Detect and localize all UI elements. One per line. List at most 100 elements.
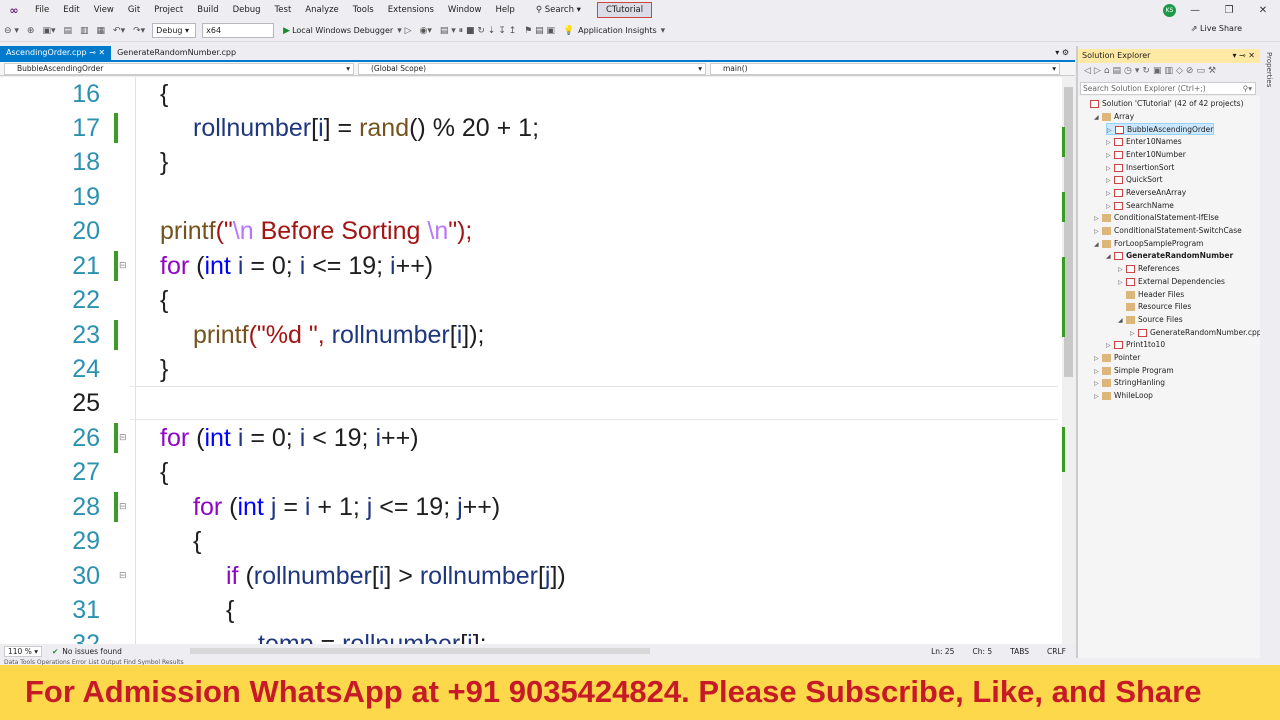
scope-dropdown[interactable]: (Global Scope) ▾ xyxy=(358,63,706,75)
collapse-icon[interactable]: ⊟ xyxy=(119,249,127,283)
start-debugging-icon[interactable]: ▶ xyxy=(277,26,292,36)
menu-analyze[interactable]: Analyze xyxy=(298,5,346,15)
search-menu[interactable]: ⚲ Search ▾ xyxy=(528,5,589,15)
save-all-icon[interactable]: ▦ xyxy=(93,26,110,36)
back-icon[interactable]: ⊖ ▾ xyxy=(0,26,23,36)
minimize-icon[interactable]: — xyxy=(1178,5,1212,16)
properties-side-tab[interactable]: Properties xyxy=(1260,46,1280,658)
expand-arrow-icon[interactable]: ◢ xyxy=(1106,251,1114,263)
tree-item[interactable]: ▷ InsertionSort xyxy=(1106,162,1174,174)
close-tab-icon[interactable]: ✕ xyxy=(98,48,105,57)
line-indicator[interactable]: Ln: 25 xyxy=(931,647,954,656)
expand-arrow-icon[interactable]: ▷ xyxy=(1106,137,1114,149)
maximize-icon[interactable]: ❐ xyxy=(1212,5,1246,16)
line-ending[interactable]: CRLF xyxy=(1047,647,1066,656)
tree-item[interactable]: ▷ BubbleAscendingOrder xyxy=(1106,123,1215,136)
expand-arrow-icon[interactable]: ▷ xyxy=(1106,201,1114,213)
panel-controls-icon[interactable]: ▾ ⊸ ✕ xyxy=(1232,51,1255,60)
insights-chevron-icon[interactable]: ▾ xyxy=(657,26,670,36)
expand-arrow-icon[interactable]: ▷ xyxy=(1106,188,1114,200)
scrollbar-thumb[interactable] xyxy=(1064,87,1073,377)
menu-window[interactable]: Window xyxy=(441,5,489,15)
member-dropdown[interactable]: main() ▾ xyxy=(710,63,1060,75)
menu-debug[interactable]: Debug xyxy=(226,5,268,15)
expand-arrow-icon[interactable]: ◢ xyxy=(1094,239,1102,251)
menu-build[interactable]: Build xyxy=(190,5,225,15)
save-icon[interactable]: ▥ xyxy=(76,26,93,36)
issues-status[interactable]: No issues found xyxy=(62,647,122,656)
expand-arrow-icon[interactable]: ◢ xyxy=(1118,315,1126,327)
start-debugger-button[interactable]: Local Windows Debugger xyxy=(292,26,393,35)
configuration-select[interactable]: Debug ▾ xyxy=(152,23,197,38)
tree-item[interactable]: ◢ ForLoopSampleProgram xyxy=(1094,238,1203,250)
redo-icon[interactable]: ↷▾ xyxy=(129,26,149,36)
expand-arrow-icon[interactable]: ▷ xyxy=(1094,391,1102,403)
expand-arrow-icon[interactable]: ▷ xyxy=(1118,277,1126,289)
tree-item[interactable]: ▷ Pointer xyxy=(1094,352,1140,364)
collapse-icon[interactable]: ⊟ xyxy=(119,490,127,524)
tree-item[interactable]: ▷ Enter10Number xyxy=(1106,149,1186,161)
tab-ascendingorder[interactable]: AscendingOrder.cpp ⊸ ✕ xyxy=(0,46,112,60)
expand-arrow-icon[interactable]: ▷ xyxy=(1094,353,1102,365)
menu-file[interactable]: File xyxy=(28,5,56,15)
expand-arrow-icon[interactable]: ▷ xyxy=(1094,378,1102,390)
debug-controls-icon[interactable]: ▤ ▾ ⏸ ■ ↻ ⇣ ↧ ↥ xyxy=(436,26,520,36)
tree-item[interactable]: Resource Files xyxy=(1118,301,1191,313)
expand-arrow-icon[interactable]: ▷ xyxy=(1106,340,1114,352)
tree-item[interactable]: ▷ External Dependencies xyxy=(1118,276,1225,288)
solution-search-input[interactable]: Search Solution Explorer (Ctrl+;) ⚲▾ xyxy=(1080,82,1256,95)
tree-item[interactable]: ▷ References xyxy=(1118,263,1180,275)
menu-test[interactable]: Test xyxy=(268,5,299,15)
forward-icon[interactable]: ⊕ xyxy=(23,26,39,36)
tree-item[interactable]: ▷ ConditionalStatement-SwitchCase xyxy=(1094,225,1242,237)
tree-item[interactable]: ▷ QuickSort xyxy=(1106,174,1163,186)
tree-item[interactable]: Header Files xyxy=(1118,289,1184,301)
expand-arrow-icon[interactable]: ▷ xyxy=(1094,213,1102,225)
expand-arrow-icon[interactable]: ▷ xyxy=(1106,175,1114,187)
avatar[interactable]: KS xyxy=(1163,4,1176,17)
expand-arrow-icon[interactable]: ▷ xyxy=(1106,150,1114,162)
live-share-button[interactable]: ⇗ Live Share xyxy=(1191,24,1242,33)
zoom-dropdown[interactable]: 110 % ▾ xyxy=(4,645,42,657)
expand-arrow-icon[interactable]: ▷ xyxy=(1094,226,1102,238)
undo-icon[interactable]: ↶▾ xyxy=(109,26,129,36)
tree-item[interactable]: ▷ StringHanling xyxy=(1094,377,1165,389)
hot-reload-icon[interactable]: ◉▾ xyxy=(416,26,436,36)
tree-item[interactable]: ◢ Source Files xyxy=(1118,314,1183,326)
tree-item[interactable]: ▷ SearchName xyxy=(1106,200,1174,212)
menu-project[interactable]: Project xyxy=(147,5,190,15)
tree-item[interactable]: Solution 'CTutorial' (42 of 42 projects) xyxy=(1082,98,1244,110)
menu-view[interactable]: View xyxy=(87,5,121,15)
project-dropdown[interactable]: BubbleAscendingOrder ▾ xyxy=(4,63,354,75)
open-folder-icon[interactable]: ▤ xyxy=(60,26,77,36)
menu-edit[interactable]: Edit xyxy=(56,5,86,15)
tree-item[interactable]: ▷ ConditionalStatement-IfElse xyxy=(1094,212,1219,224)
dropdown-chevron-icon[interactable]: ▾ ▷ xyxy=(393,26,415,36)
tree-item[interactable]: ▷ Simple Program xyxy=(1094,365,1174,377)
expand-arrow-icon[interactable]: ▷ xyxy=(1130,328,1138,340)
code-editor[interactable]: 16 { 17 rollnumber[i] = rand() % 20 + 1;… xyxy=(0,77,1062,644)
expand-arrow-icon[interactable]: ▷ xyxy=(1118,264,1126,276)
expand-arrow-icon[interactable]: ▷ xyxy=(1106,163,1114,175)
column-indicator[interactable]: Ch: 5 xyxy=(972,647,992,656)
pin-icon[interactable]: ⊸ xyxy=(89,48,96,57)
horizontal-scrollbar[interactable] xyxy=(190,648,650,654)
close-icon[interactable]: ✕ xyxy=(1246,5,1280,16)
tree-item[interactable]: ▷ WhileLoop xyxy=(1094,390,1153,402)
application-insights-button[interactable]: Application Insights xyxy=(578,26,657,35)
tree-item[interactable]: ◢ Array xyxy=(1094,111,1134,123)
bookmark-icon[interactable]: ⚑ ▤ ▣ xyxy=(520,26,559,36)
toolbar-icons[interactable]: ◁▷⌂▤◷▾↻▣▥◇⊘▭⚒ xyxy=(1084,66,1219,76)
tree-item[interactable]: ▷ ReverseAnArray xyxy=(1106,187,1186,199)
tab-overflow-icon[interactable]: ▾ ⚙ xyxy=(1055,48,1069,57)
menu-git[interactable]: Git xyxy=(121,5,147,15)
expand-arrow-icon[interactable]: ▷ xyxy=(1094,366,1102,378)
tree-item[interactable]: ◢ GenerateRandomNumber xyxy=(1106,250,1233,262)
expand-arrow-icon[interactable]: ◢ xyxy=(1094,112,1102,124)
tab-generaterandomnumber[interactable]: GenerateRandomNumber.cpp xyxy=(111,46,242,60)
new-project-icon[interactable]: ▣▾ xyxy=(38,26,59,36)
tree-item[interactable]: ▷ Print1to10 xyxy=(1106,339,1165,351)
collapse-icon[interactable]: ⊟ xyxy=(119,421,127,455)
platform-select[interactable]: x64 xyxy=(202,23,275,38)
menu-help[interactable]: Help xyxy=(488,5,521,15)
